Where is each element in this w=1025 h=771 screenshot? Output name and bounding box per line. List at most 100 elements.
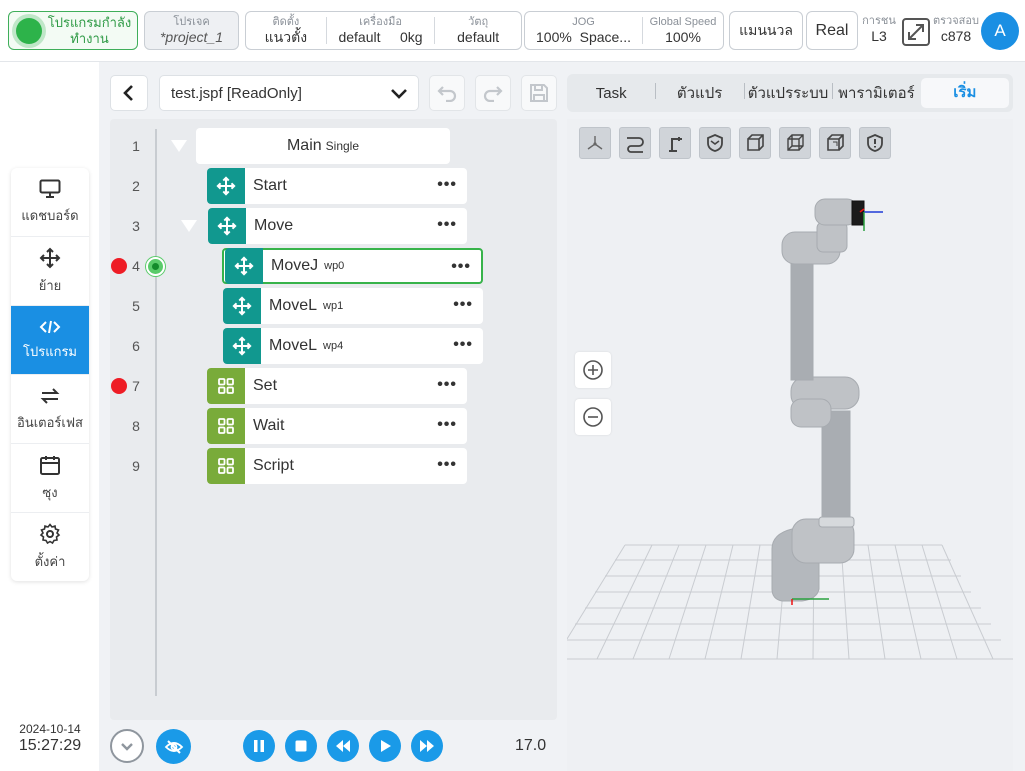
node-movel[interactable]: MoveL wp4 ••• — [223, 328, 483, 364]
eye-off-icon — [164, 739, 183, 754]
program-status[interactable]: โปรแกรมกำลังทำงาน — [8, 11, 138, 50]
waypoint-label: wp4 — [323, 340, 344, 352]
review-value: c878 — [940, 28, 972, 44]
view-axis-button[interactable] — [579, 127, 611, 159]
zoom-in-icon — [583, 360, 603, 380]
installation-panel[interactable]: ติดตั้ง แนวตั้ง เครื่องมือ default 0kg ว… — [245, 11, 522, 50]
tab-task[interactable]: Task — [567, 85, 655, 102]
calendar-icon — [40, 455, 60, 475]
move-icon — [223, 288, 261, 324]
speed-value: 17.0 — [515, 737, 547, 754]
hide-button[interactable] — [156, 729, 191, 764]
tool-cell[interactable]: เครื่องมือ default 0kg — [327, 12, 435, 49]
node-label: Wait — [253, 417, 285, 434]
collapse-icon[interactable] — [171, 140, 187, 152]
more-icon[interactable]: ••• — [451, 258, 471, 276]
rewind-button[interactable] — [327, 730, 359, 762]
tree-row: 8 Wait ••• — [110, 408, 557, 444]
view-side-button[interactable] — [779, 127, 811, 159]
install-value: แนวตั้ง — [264, 29, 308, 45]
file-selector[interactable]: test.jspf [ReadOnly] — [159, 75, 419, 111]
line-number: 7 — [132, 378, 140, 394]
tool-value: default — [338, 29, 381, 45]
step-into-button[interactable] — [110, 729, 144, 763]
tab-system-variables[interactable]: ตัวแปรระบบ — [743, 81, 832, 105]
tab-start[interactable]: เริ่ม — [920, 78, 1010, 108]
expand-icon[interactable] — [901, 17, 931, 47]
node-movel[interactable]: MoveL wp1 ••• — [223, 288, 483, 324]
node-movej[interactable]: MoveJ wp0 ••• — [222, 248, 483, 284]
code-icon — [39, 320, 61, 333]
sidebar-item-label: อินเตอร์เฟส — [17, 414, 83, 430]
tab-parameters[interactable]: พารามิเตอร์ — [832, 81, 920, 105]
project-selector[interactable]: โปรเจค *project_1 — [144, 11, 239, 50]
speed-panel[interactable]: JOG 100% Space... Global Speed 100% — [524, 11, 724, 50]
pause-button[interactable] — [243, 730, 275, 762]
tree-row: 4 MoveJ wp0 ••• — [110, 248, 557, 284]
mode-button[interactable]: แมนนวล — [729, 11, 803, 50]
zoom-in-button[interactable] — [575, 352, 611, 388]
fast-forward-button[interactable] — [411, 730, 443, 762]
redo-button[interactable] — [475, 75, 511, 111]
view-safety-button[interactable] — [699, 127, 731, 159]
more-icon[interactable]: ••• — [437, 216, 457, 234]
line-number: 9 — [132, 458, 140, 474]
jog-frame: Space... — [579, 29, 631, 45]
sidebar-item-settings[interactable]: ตั้งค่า — [11, 513, 89, 581]
sidebar-item-log[interactable]: ซุง — [11, 444, 89, 513]
more-icon[interactable]: ••• — [453, 336, 473, 354]
safety-label: การชน — [862, 15, 896, 27]
jog-cell[interactable]: JOG 100% Space... — [525, 12, 642, 49]
view-front-button[interactable] — [739, 127, 771, 159]
move-icon — [39, 247, 61, 268]
play-button[interactable] — [369, 730, 401, 762]
more-icon[interactable]: ••• — [437, 416, 457, 434]
node-set[interactable]: Set ••• — [207, 368, 467, 404]
view-warning-button[interactable] — [859, 127, 891, 159]
undo-button[interactable] — [429, 75, 465, 111]
zoom-out-button[interactable] — [575, 399, 611, 435]
jog-speed: 100% — [536, 29, 572, 45]
main-label: Main — [286, 137, 322, 154]
shield-alert-icon — [867, 134, 883, 152]
sidebar-item-interface[interactable]: อินเตอร์เฟส — [11, 375, 89, 444]
more-icon[interactable]: ••• — [437, 176, 457, 194]
view-top-button[interactable] — [819, 127, 851, 159]
line-number: 8 — [132, 418, 140, 434]
node-start[interactable]: Start ••• — [207, 168, 467, 204]
sidebar-item-move[interactable]: ย้าย — [11, 237, 89, 306]
more-icon[interactable]: ••• — [437, 376, 457, 394]
node-move[interactable]: Move ••• — [208, 208, 467, 244]
grid-icon — [207, 408, 245, 444]
chevron-down-icon — [391, 89, 407, 99]
install-cell[interactable]: ติดตั้ง แนวตั้ง — [246, 12, 326, 49]
clock: 2024-10-14 15:27:29 — [0, 722, 100, 755]
object-cell[interactable]: วัตถุ default — [435, 12, 521, 49]
view-robot-button[interactable] — [659, 127, 691, 159]
sidebar-item-dashboard[interactable]: แดชบอร์ด — [11, 168, 89, 237]
3d-view[interactable] — [566, 119, 1013, 771]
save-button[interactable] — [521, 75, 557, 111]
tree-row: 9 Script ••• — [110, 448, 557, 484]
object-value: default — [457, 29, 500, 45]
sidebar-item-program[interactable]: โปรแกรม — [11, 306, 89, 375]
safety-level[interactable]: การชน L3 — [861, 15, 897, 45]
more-icon[interactable]: ••• — [437, 456, 457, 474]
view-path-button[interactable] — [619, 127, 651, 159]
sidebar-item-label: ซุง — [42, 484, 58, 500]
global-speed-cell[interactable]: Global Speed 100% — [643, 12, 723, 49]
main-node[interactable]: Main Single — [196, 128, 450, 164]
node-wait[interactable]: Wait ••• — [207, 408, 467, 444]
more-icon[interactable]: ••• — [453, 296, 473, 314]
real-sim-toggle[interactable]: Real — [806, 11, 858, 50]
tab-variables[interactable]: ตัวแปร — [655, 81, 743, 105]
gear-icon — [39, 523, 61, 545]
tool-weight: 0kg — [399, 29, 423, 45]
node-script[interactable]: Script ••• — [207, 448, 467, 484]
sidebar-item-label: ย้าย — [38, 277, 62, 293]
stop-button[interactable] — [285, 730, 317, 762]
back-button[interactable] — [110, 75, 148, 111]
review-status[interactable]: ตรวจสอบ c878 — [931, 15, 981, 45]
collapse-icon[interactable] — [181, 220, 197, 232]
avatar[interactable]: A — [981, 12, 1019, 50]
